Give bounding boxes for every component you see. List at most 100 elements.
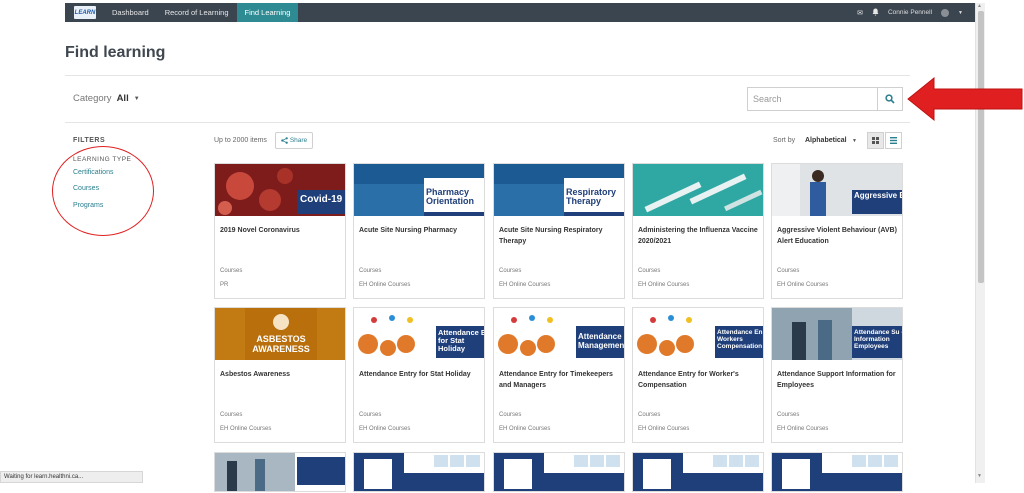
banner-text: Respiratory Therapy	[566, 187, 617, 206]
nav-record-of-learning[interactable]: Record of Learning	[157, 3, 237, 22]
course-thumbnail: Attendance Su - Information Employees	[772, 308, 903, 360]
course-card[interactable]: Attendance E for Stat Holiday Attendance…	[353, 307, 485, 443]
course-type: Courses	[359, 412, 382, 418]
course-source: EH Online Courses	[638, 426, 690, 432]
category-value[interactable]: All	[117, 93, 129, 104]
vertical-scrollbar[interactable]: ▲ ▼	[975, 3, 985, 483]
search-input[interactable]	[747, 87, 878, 111]
course-card[interactable]: Attendance Managemen Attendance Entry fo…	[493, 307, 625, 443]
course-type: Courses	[638, 412, 661, 418]
list-icon	[890, 137, 897, 144]
user-name[interactable]: Connie Pennell	[888, 9, 932, 16]
search-button[interactable]	[878, 87, 903, 111]
scrollbar-thumb[interactable]	[978, 11, 984, 283]
nav-user-area: ✉ Connie Pennell ▼	[857, 8, 975, 18]
banner-text: Attendance Su - Information Employees	[854, 329, 903, 350]
course-title[interactable]: Attendance Entry for Timekeepers and Man…	[499, 369, 621, 391]
course-title[interactable]: Attendance Support Information for Emplo…	[777, 369, 899, 391]
page: LEARN Dashboard Record of Learning Find …	[0, 0, 1024, 493]
course-title[interactable]: Asbestos Awareness	[220, 369, 342, 380]
course-source: EH Online Courses	[359, 282, 411, 288]
course-source: EH Online Courses	[638, 282, 690, 288]
course-card[interactable]: Covid-19 2019 Novel Coronavirus Courses …	[214, 163, 346, 299]
course-source: EH Online Courses	[777, 282, 829, 288]
banner-text: ASBESTOS AWARENESS	[252, 334, 310, 354]
annotation-circle	[52, 146, 154, 236]
course-type: Courses	[220, 412, 243, 418]
course-card[interactable]	[771, 452, 903, 492]
grid-icon	[872, 137, 879, 144]
course-thumbnail: Aggressive Behaviour (A	[772, 164, 902, 216]
annotation-arrow-icon	[907, 76, 1023, 122]
search-icon	[885, 94, 895, 104]
course-type: Courses	[499, 412, 522, 418]
course-card[interactable]	[353, 452, 485, 492]
course-thumbnail: Respiratory Therapy	[494, 164, 624, 216]
course-type: Courses	[220, 268, 243, 274]
sort-value[interactable]: Alphabetical	[805, 137, 847, 144]
course-thumbnail: Pharmacy Orientation	[354, 164, 484, 216]
chevron-down-icon[interactable]: ▼	[958, 10, 963, 16]
search-box	[747, 87, 903, 111]
course-card[interactable]	[632, 452, 764, 492]
grid-view-button[interactable]	[867, 132, 884, 149]
course-title[interactable]: Administering the Influenza Vaccine 2020…	[638, 225, 760, 247]
course-type: Courses	[359, 268, 382, 274]
chevron-down-icon[interactable]: ▼	[134, 96, 140, 102]
top-navbar: LEARN Dashboard Record of Learning Find …	[65, 3, 975, 22]
banner-text: Attendance E for Stat Holiday	[438, 328, 485, 353]
scroll-down-icon[interactable]: ▼	[977, 473, 982, 479]
items-count: Up to 2000 items	[214, 137, 267, 144]
course-source: EH Online Courses	[220, 426, 272, 432]
course-card[interactable]	[493, 452, 625, 492]
share-button[interactable]: Share	[275, 132, 313, 149]
course-type: Courses	[638, 268, 661, 274]
course-thumbnail: Attendance En Workers Compensation	[633, 308, 763, 360]
category-label: Category	[73, 93, 112, 104]
nav-find-learning[interactable]: Find Learning	[236, 3, 299, 22]
course-card[interactable]: Aggressive Behaviour (A Aggressive Viole…	[771, 163, 903, 299]
share-icon	[281, 137, 288, 144]
category-selector[interactable]: Category All ▼	[73, 93, 140, 104]
course-title[interactable]: Acute Site Nursing Respiratory Therapy	[499, 225, 621, 247]
chevron-down-icon[interactable]: ▼	[852, 138, 857, 144]
course-card[interactable]	[214, 452, 346, 492]
course-card[interactable]: Respiratory Therapy Acute Site Nursing R…	[493, 163, 625, 299]
course-card[interactable]: Administering the Influenza Vaccine 2020…	[632, 163, 764, 299]
course-card[interactable]: Attendance Su - Information Employees At…	[771, 307, 903, 443]
filters-heading: FILTERS	[73, 137, 106, 144]
course-source: EH Online Courses	[499, 426, 551, 432]
banner-text: Aggressive Behaviour (A	[854, 192, 902, 200]
course-type: Courses	[777, 268, 800, 274]
course-source: EH Online Courses	[359, 426, 411, 432]
divider	[65, 75, 910, 76]
avatar[interactable]	[941, 8, 950, 17]
course-title[interactable]: 2019 Novel Coronavirus	[220, 225, 342, 236]
course-thumbnail: Attendance Managemen	[494, 308, 624, 360]
banner-text: Covid-19	[300, 194, 343, 205]
course-thumbnail: ASBESTOS AWARENESS	[215, 308, 345, 360]
course-title[interactable]: Aggressive Violent Behaviour (AVB) Alert…	[777, 225, 899, 247]
course-title[interactable]: Acute Site Nursing Pharmacy	[359, 225, 481, 236]
course-title[interactable]: Attendance Entry for Stat Holiday	[359, 369, 481, 380]
course-card[interactable]: Pharmacy Orientation Acute Site Nursing …	[353, 163, 485, 299]
banner-text: Pharmacy Orientation	[426, 187, 475, 206]
banner-text: Attendance En Workers Compensation	[717, 329, 763, 350]
course-title[interactable]: Attendance Entry for Worker's Compensati…	[638, 369, 760, 391]
course-card[interactable]: Attendance En Workers Compensation Atten…	[632, 307, 764, 443]
scroll-up-icon[interactable]: ▲	[977, 3, 982, 9]
nav-dashboard[interactable]: Dashboard	[104, 3, 157, 22]
course-type: Courses	[777, 412, 800, 418]
bell-icon[interactable]	[872, 8, 879, 18]
sort-label: Sort by	[773, 137, 796, 144]
divider	[65, 122, 910, 123]
course-thumbnail	[633, 164, 763, 216]
mail-icon[interactable]: ✉	[857, 9, 863, 17]
app-logo[interactable]: LEARN	[74, 6, 96, 19]
list-view-button[interactable]	[885, 132, 902, 149]
course-card[interactable]: ASBESTOS AWARENESS Asbestos Awareness Co…	[214, 307, 346, 443]
course-thumbnail: Attendance E for Stat Holiday	[354, 308, 485, 360]
course-source: EH Online Courses	[499, 282, 551, 288]
course-type: Courses	[499, 268, 522, 274]
course-thumbnail: Covid-19	[215, 164, 345, 216]
